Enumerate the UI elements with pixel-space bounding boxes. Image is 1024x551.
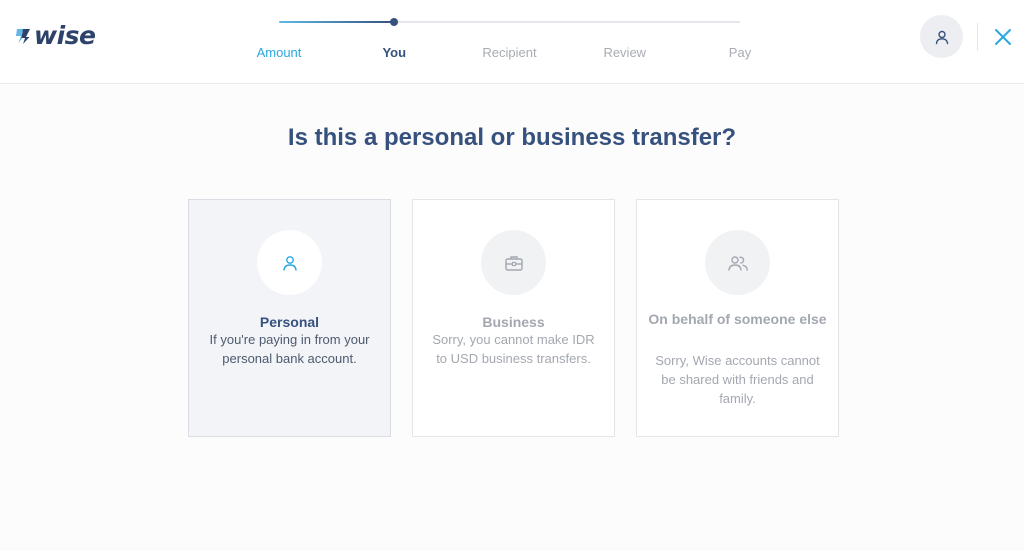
user-icon xyxy=(282,255,297,271)
user-icon xyxy=(935,30,948,44)
option-description: Sorry, Wise accounts cannot be shared wi… xyxy=(655,353,820,406)
option-description: Sorry, you cannot make IDR to USD busine… xyxy=(432,332,595,366)
briefcase-icon xyxy=(504,255,523,271)
top-bar: wise Amount You Recipient Review Pay xyxy=(0,0,1024,84)
option-card-personal[interactable]: Personal If you're paying in from your p… xyxy=(188,199,391,437)
wise-logo-text: wise xyxy=(34,21,96,50)
step-recipient: Recipient xyxy=(482,45,537,60)
option-card-business[interactable]: Business Sorry, you cannot make IDR to U… xyxy=(412,199,615,437)
wise-flag-icon xyxy=(16,29,30,44)
page-title: Is this a personal or business transfer? xyxy=(287,124,737,151)
account-button[interactable] xyxy=(920,15,963,58)
option-title: On behalf of someone else xyxy=(648,311,827,327)
transfer-type-options: Personal If you're paying in from your p… xyxy=(188,199,840,437)
card-icon-circle xyxy=(481,230,546,295)
progress-stepper: Amount You Recipient Review Pay xyxy=(250,14,770,64)
card-icon-circle xyxy=(257,230,322,295)
step-amount[interactable]: Amount xyxy=(229,45,329,60)
users-icon xyxy=(727,255,748,271)
card-icon-circle xyxy=(705,230,770,295)
step-you: You xyxy=(382,45,407,60)
stepper-progress xyxy=(279,21,395,23)
close-button[interactable] xyxy=(990,24,1016,50)
option-card-on-behalf[interactable]: On behalf of someone else Sorry, Wise ac… xyxy=(636,199,839,437)
header-divider xyxy=(977,23,978,51)
step-review: Review xyxy=(603,45,647,60)
wise-logo[interactable]: wise xyxy=(14,22,96,50)
option-description: If you're paying in from your personal b… xyxy=(209,332,370,366)
close-icon xyxy=(995,29,1011,45)
stepper-current-dot xyxy=(390,18,399,26)
step-pay: Pay xyxy=(728,45,752,60)
